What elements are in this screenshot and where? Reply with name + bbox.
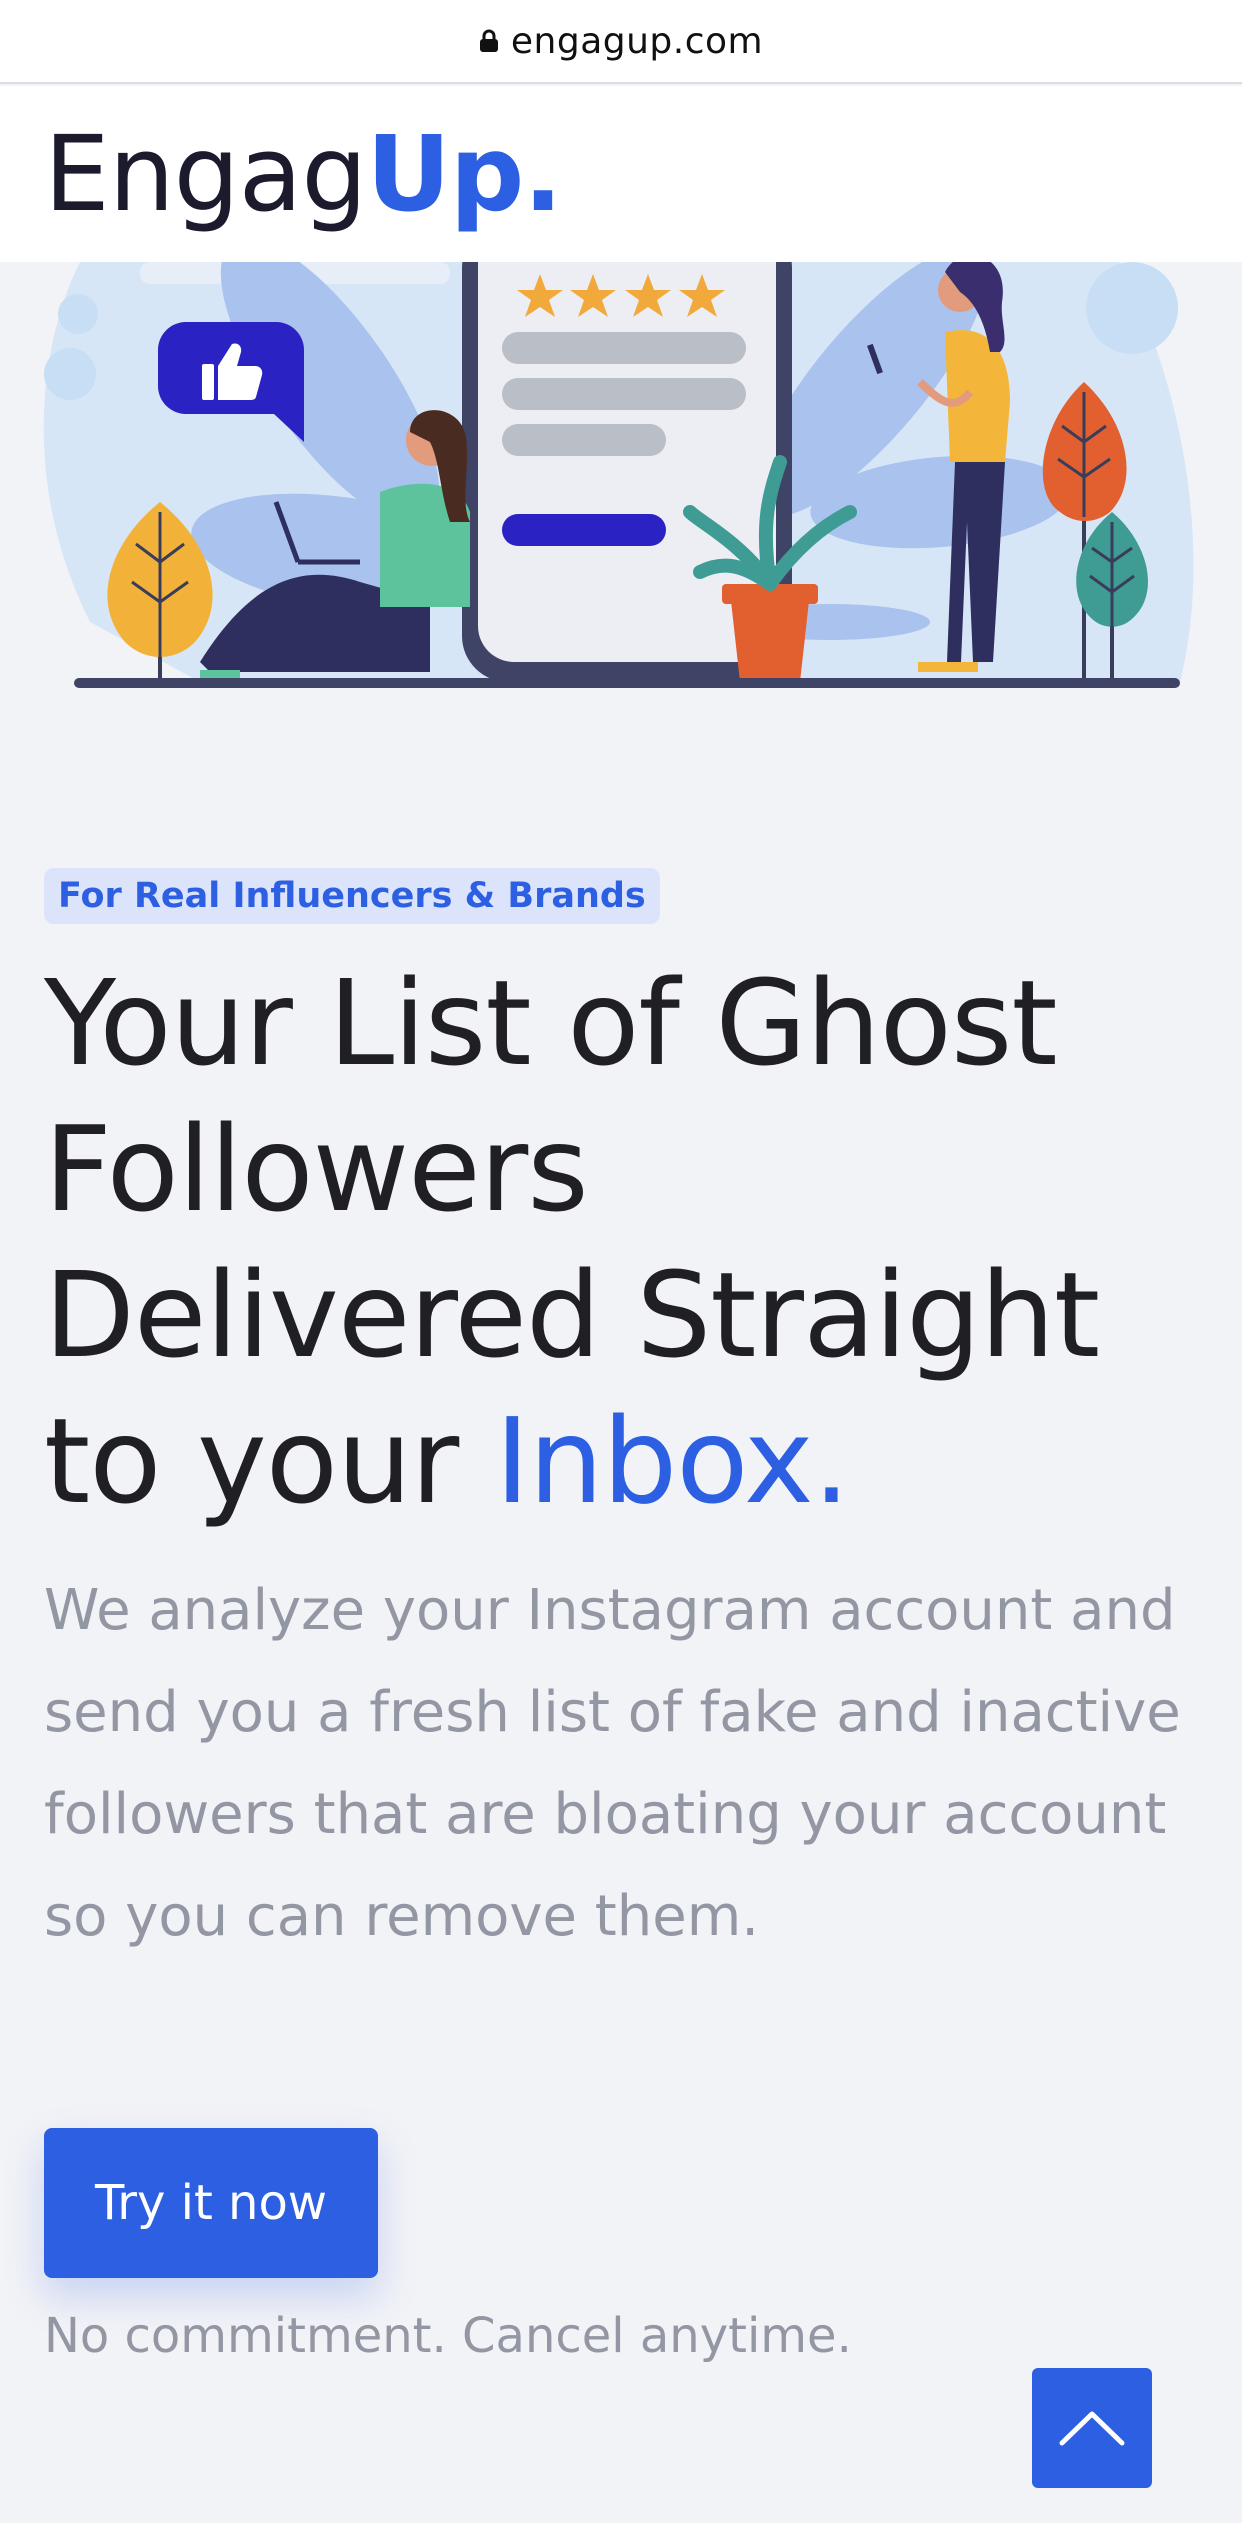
headline-accent: Inbox. xyxy=(494,1392,850,1530)
hero-illustration xyxy=(43,262,1194,688)
logo-text-part2: Up. xyxy=(366,113,562,235)
lock-icon xyxy=(479,29,498,52)
page-headline: Your List of Ghost Followers Delivered S… xyxy=(44,950,1224,1534)
hero-description: We analyze your Instagram account and se… xyxy=(44,1578,1181,1949)
headline-line-4: to your xyxy=(44,1392,495,1530)
headline-line-2: Followers xyxy=(44,1100,589,1238)
back-to-top-button[interactable] xyxy=(1032,2368,1152,2488)
site-header: EngagUp. xyxy=(0,86,1242,262)
url-text: engagup.com xyxy=(510,20,764,62)
headline-line-3: Delivered Straight xyxy=(44,1246,1100,1384)
logo[interactable]: EngagUp. xyxy=(44,113,563,235)
audience-badge: For Real Influencers & Brands xyxy=(44,868,660,924)
try-it-now-button[interactable]: Try it now xyxy=(44,2128,378,2278)
commitment-note: No commitment. Cancel anytime. xyxy=(44,2308,852,2364)
browser-url-bar[interactable]: engagup.com xyxy=(0,0,1242,84)
headline-line-1: Your List of Ghost xyxy=(44,954,1058,1092)
chevron-up-icon xyxy=(1059,2411,1125,2446)
logo-text-part1: Engag xyxy=(44,113,367,235)
